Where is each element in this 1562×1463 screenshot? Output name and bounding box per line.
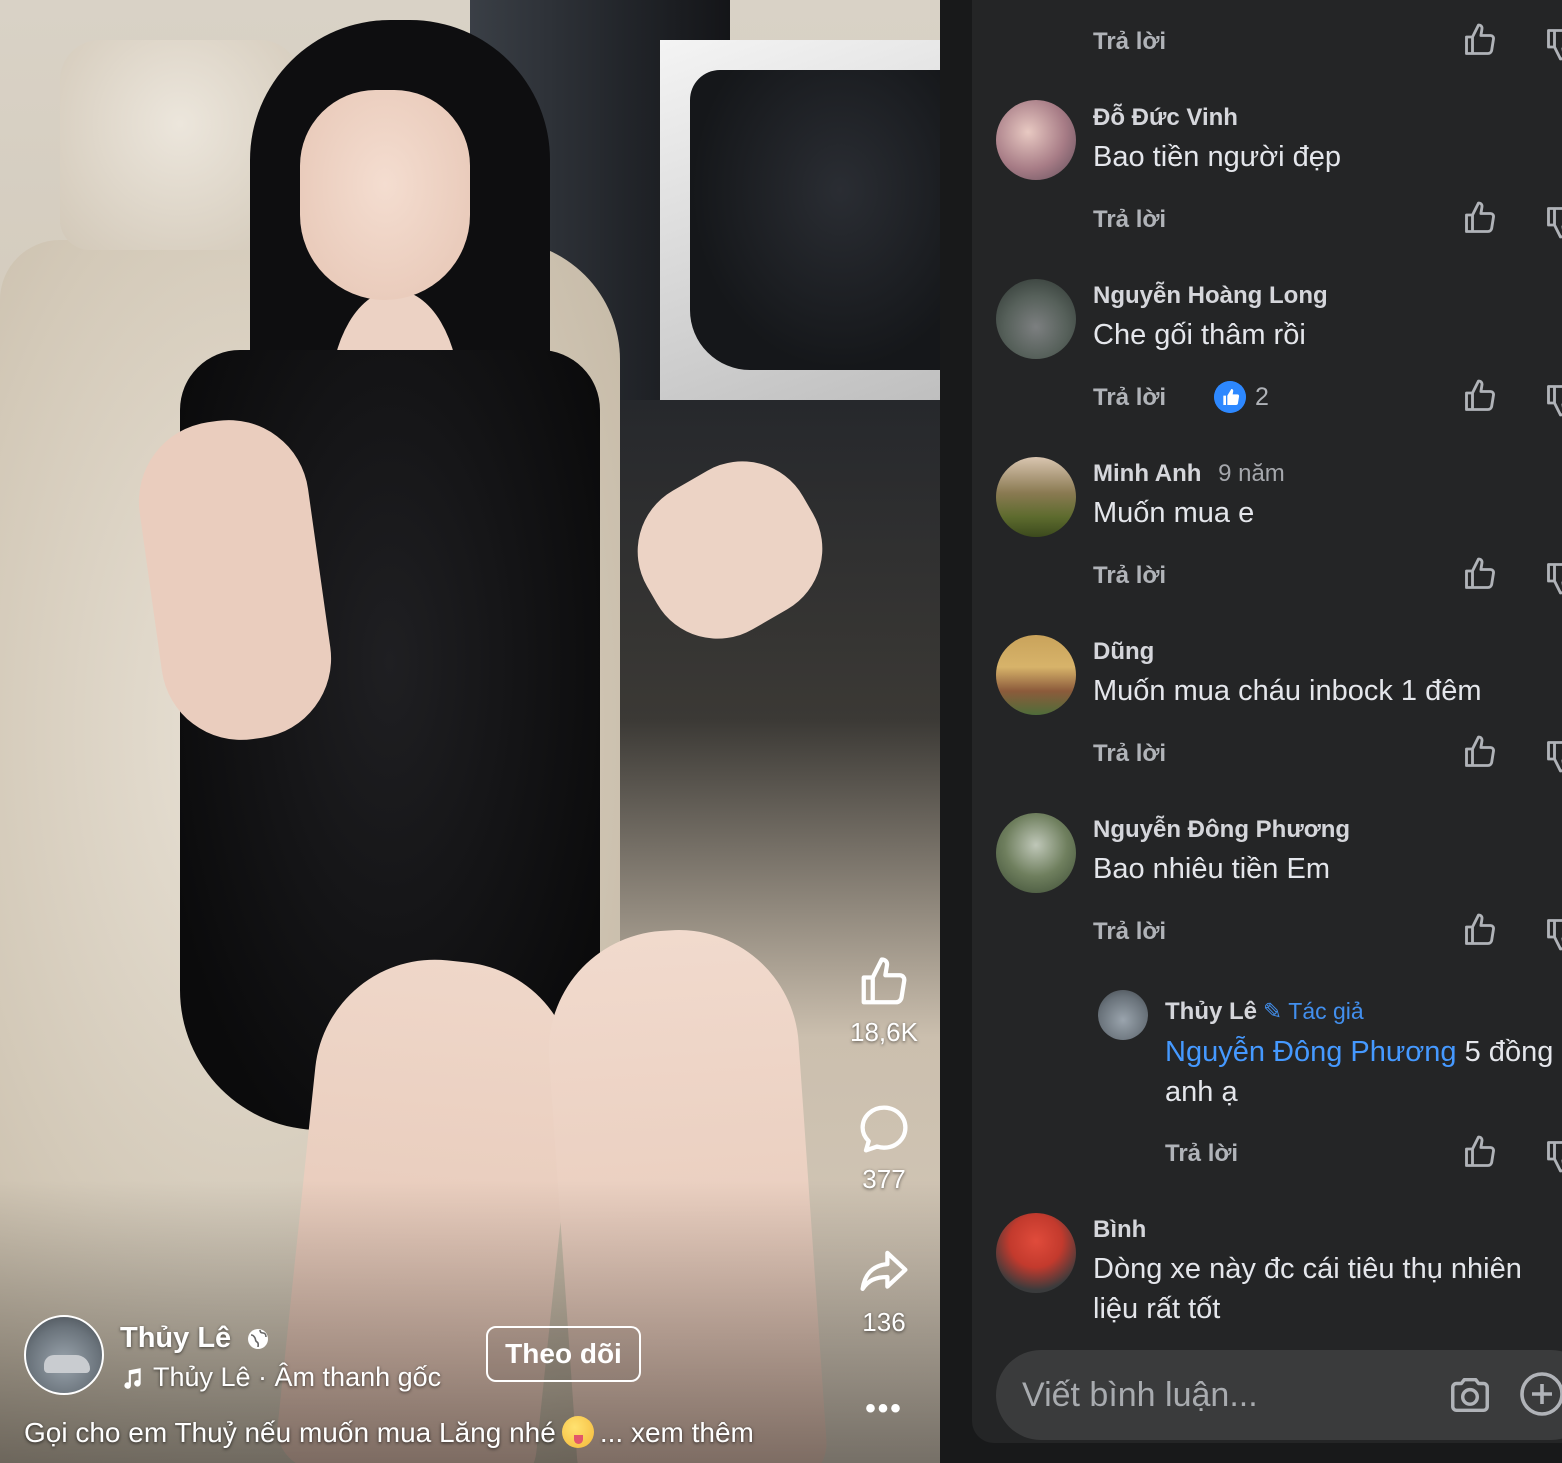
thumbs-up-icon <box>861 957 907 1005</box>
like-reaction-badge-icon[interactable] <box>1214 381 1246 413</box>
commenter-avatar[interactable] <box>996 635 1076 715</box>
reply-button[interactable]: Trả lời <box>1093 384 1166 412</box>
author-tag: ✎ Tác giả <box>1263 998 1364 1024</box>
tongue-out-emoji-icon <box>561 1416 594 1448</box>
thumbs-up-icon[interactable] <box>1462 734 1498 770</box>
comment-time: 9 năm <box>1218 460 1285 487</box>
camera-icon[interactable] <box>1446 1372 1494 1418</box>
thumbs-down-icon[interactable] <box>1544 560 1562 596</box>
comment-count: 377 <box>862 1164 906 1194</box>
person-face <box>300 90 470 300</box>
thumbs-down-icon[interactable] <box>1544 738 1562 774</box>
comment-text: Muốn mua cháu inbock 1 đêm <box>1093 675 1482 707</box>
thumbs-down-icon[interactable] <box>1544 382 1562 418</box>
comment-text: Bao nhiêu tiền Em <box>1093 853 1330 885</box>
reply-button[interactable]: Trả lời <box>1093 740 1166 768</box>
reply-button[interactable]: Trả lời <box>1093 28 1166 56</box>
commenter-avatar[interactable] <box>996 100 1076 180</box>
plus-circle-icon[interactable] <box>1518 1370 1562 1418</box>
commenter-name[interactable]: Dũng <box>1093 638 1154 666</box>
audio-label[interactable]: Thủy Lê · Âm thanh gốc <box>153 1362 441 1393</box>
commenter-name[interactable]: Bình <box>1093 1216 1146 1244</box>
commenter-avatar[interactable] <box>996 1213 1076 1293</box>
thumbs-up-icon[interactable] <box>1462 200 1498 236</box>
like-count: 18,6K <box>850 1017 918 1047</box>
thumbs-up-icon[interactable] <box>1462 556 1498 592</box>
author-reply-avatar[interactable] <box>1098 990 1148 1040</box>
commenter-name[interactable]: Minh Anh 9 năm <box>1093 460 1285 488</box>
video-share-button[interactable]: 136 <box>838 1245 930 1338</box>
see-more-link[interactable]: ... xem thêm <box>600 1417 754 1448</box>
commenter-name[interactable]: Đỗ Đức Vinh <box>1093 104 1238 132</box>
follow-button[interactable]: Theo dõi <box>486 1326 641 1382</box>
commenter-name[interactable]: Nguyễn Hoàng Long <box>1093 282 1328 310</box>
comment-composer <box>996 1350 1562 1440</box>
author-name[interactable]: Thủy Lê <box>120 1322 231 1355</box>
share-arrow-icon <box>860 1250 908 1292</box>
author-avatar[interactable] <box>24 1315 104 1395</box>
reply-button[interactable]: Trả lời <box>1093 206 1166 234</box>
reply-button[interactable]: Trả lời <box>1093 918 1166 946</box>
caption-text: Gọi cho em Thuỷ nếu muốn mua Lăng nhé <box>24 1417 556 1448</box>
comment-text: Muốn mua e <box>1093 497 1255 529</box>
background-car <box>690 70 940 370</box>
reaction-count[interactable]: 2 <box>1255 383 1269 412</box>
thumbs-down-icon[interactable] <box>1544 916 1562 952</box>
thumbs-up-icon[interactable] <box>1462 912 1498 948</box>
comment-text: Bao tiền người đẹp <box>1093 141 1342 173</box>
share-count: 136 <box>862 1307 906 1337</box>
commenter-avatar[interactable] <box>996 457 1076 537</box>
globe-icon <box>248 1329 268 1349</box>
commenter-name[interactable]: Thủy Lê ✎ Tác giả <box>1165 998 1364 1026</box>
comments-panel: Trả lời Đỗ Đức Vinh Bao tiền người đẹp T… <box>972 0 1562 1443</box>
thumbs-down-icon[interactable] <box>1544 1138 1562 1174</box>
reply-button[interactable]: Trả lời <box>1165 1140 1238 1168</box>
music-note-icon <box>124 1368 141 1389</box>
comment-text: Nguyễn Đông Phương 5 đồng anh ạ <box>1165 1036 1554 1108</box>
video-comment-button[interactable]: 377 <box>838 1102 930 1195</box>
reply-button[interactable]: Trả lời <box>1093 562 1166 590</box>
comment-bubble-icon <box>860 1105 908 1153</box>
commenter-avatar[interactable] <box>996 813 1076 893</box>
video-player[interactable]: 18,6K 377 136 ••• Thủy Lê Thủy Lê · Âm t… <box>0 0 940 1463</box>
thumbs-down-icon[interactable] <box>1544 204 1562 240</box>
commenter-name[interactable]: Nguyễn Đông Phương <box>1093 816 1350 844</box>
video-caption: Gọi cho em Thuỷ nếu muốn mua Lăng nhé...… <box>24 1416 754 1449</box>
mention-link[interactable]: Nguyễn Đông Phương <box>1165 1036 1457 1068</box>
thumbs-up-icon[interactable] <box>1462 378 1498 414</box>
thumbs-up-icon[interactable] <box>1462 22 1498 58</box>
video-like-button[interactable]: 18,6K <box>838 955 930 1048</box>
comment-input[interactable] <box>1022 1370 1422 1420</box>
comment-text: Dòng xe này đc cái tiêu thụ nhiên liệu r… <box>1093 1253 1522 1325</box>
more-options-button[interactable]: ••• <box>838 1392 930 1426</box>
thumbs-up-icon[interactable] <box>1462 1134 1498 1170</box>
thumbs-down-icon[interactable] <box>1544 26 1562 62</box>
commenter-avatar[interactable] <box>996 279 1076 359</box>
comment-text: Che gối thâm rồi <box>1093 319 1306 351</box>
